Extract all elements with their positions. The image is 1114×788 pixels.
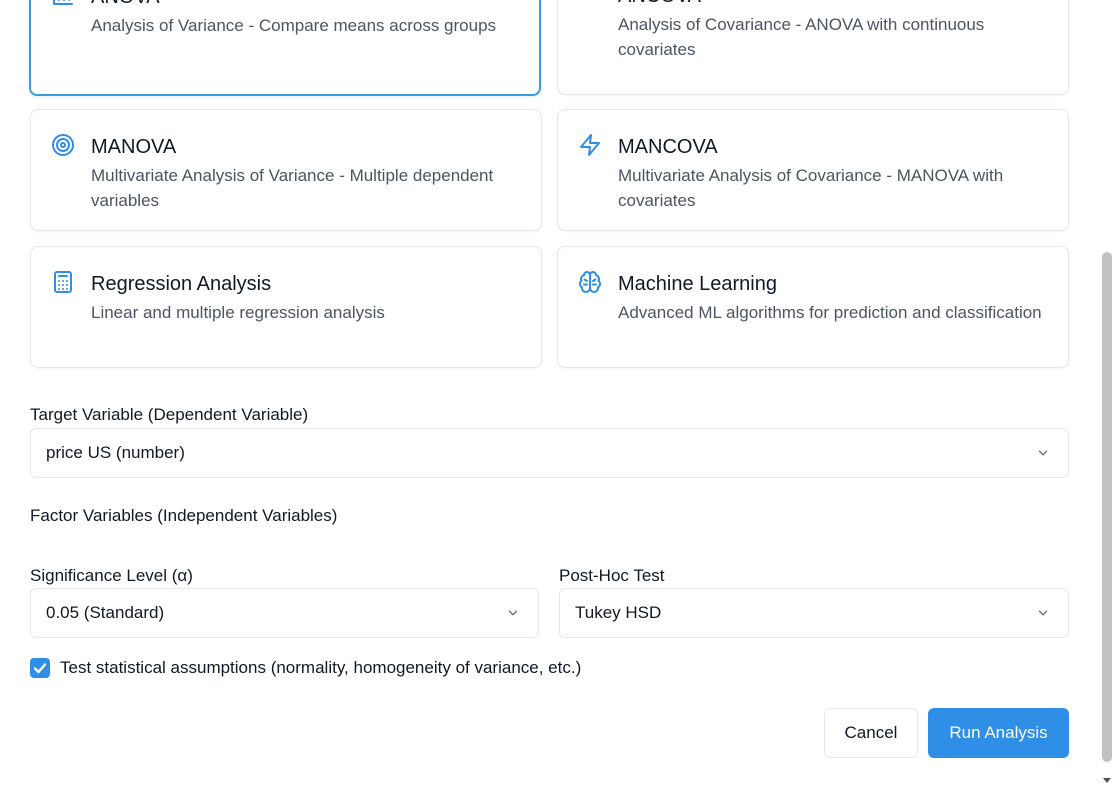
- card-description: Multivariate Analysis of Variance - Mult…: [91, 166, 494, 210]
- chevron-down-icon: [1036, 446, 1050, 460]
- card-title: MANCOVA: [618, 136, 718, 158]
- bar-chart-icon: [51, 0, 75, 7]
- trending-up-icon: [578, 0, 602, 6]
- run-analysis-button[interactable]: Run Analysis: [928, 708, 1069, 758]
- lightning-icon: [578, 133, 602, 157]
- card-description: Analysis of Variance - Compare means acr…: [91, 16, 497, 35]
- card-title: Regression Analysis: [91, 273, 272, 295]
- scrollbar[interactable]: [1100, 0, 1114, 788]
- test-assumptions-label[interactable]: Test statistical assumptions (normality,…: [60, 658, 581, 678]
- test-assumptions-checkbox[interactable]: [30, 658, 50, 678]
- card-title: ANOVA: [91, 0, 160, 9]
- posthoc-test-label: Post-Hoc Test: [559, 566, 665, 585]
- target-variable-value: price US (number): [46, 443, 185, 462]
- chevron-down-icon: [506, 606, 520, 620]
- target-variable-label: Target Variable (Dependent Variable): [30, 405, 309, 424]
- analysis-card-manova[interactable]: MANOVA Multivariate Analysis of Variance…: [30, 109, 542, 231]
- card-title: Machine Learning: [618, 273, 777, 295]
- target-variable-select[interactable]: price US (number): [30, 428, 1069, 478]
- card-title: ANCOVA: [618, 0, 701, 8]
- analysis-card-anova[interactable]: ANOVA Analysis of Variance - Compare mea…: [29, 0, 541, 96]
- significance-level-select[interactable]: 0.05 (Standard): [30, 588, 539, 638]
- brain-icon: [578, 270, 602, 294]
- card-title: MANOVA: [91, 136, 177, 158]
- significance-level-value: 0.05 (Standard): [46, 603, 165, 622]
- card-description: Advanced ML algorithms for prediction an…: [618, 303, 1042, 322]
- analysis-card-machine-learning[interactable]: Machine Learning Advanced ML algorithms …: [557, 246, 1069, 368]
- card-description: Linear and multiple regression analysis: [91, 303, 385, 322]
- posthoc-test-value: Tukey HSD: [575, 603, 662, 622]
- card-description: Analysis of Covariance - ANOVA with cont…: [618, 15, 985, 59]
- analysis-card-ancova[interactable]: ANCOVA Analysis of Covariance - ANOVA wi…: [557, 0, 1069, 95]
- cancel-button[interactable]: Cancel: [824, 708, 918, 758]
- chevron-down-icon: [1036, 606, 1050, 620]
- target-icon: [51, 133, 75, 157]
- card-description: Multivariate Analysis of Covariance - MA…: [618, 166, 1004, 210]
- analysis-card-mancova[interactable]: MANCOVA Multivariate Analysis of Covaria…: [557, 109, 1069, 231]
- significance-level-label: Significance Level (α): [30, 566, 193, 585]
- factor-variables-label: Factor Variables (Independent Variables): [30, 506, 338, 525]
- scrollbar-thumb[interactable]: [1102, 252, 1112, 762]
- posthoc-test-select[interactable]: Tukey HSD: [559, 588, 1069, 638]
- scroll-down-arrow-icon[interactable]: [1102, 772, 1112, 783]
- analysis-card-regression[interactable]: Regression Analysis Linear and multiple …: [30, 246, 542, 368]
- calculator-icon: [51, 270, 75, 294]
